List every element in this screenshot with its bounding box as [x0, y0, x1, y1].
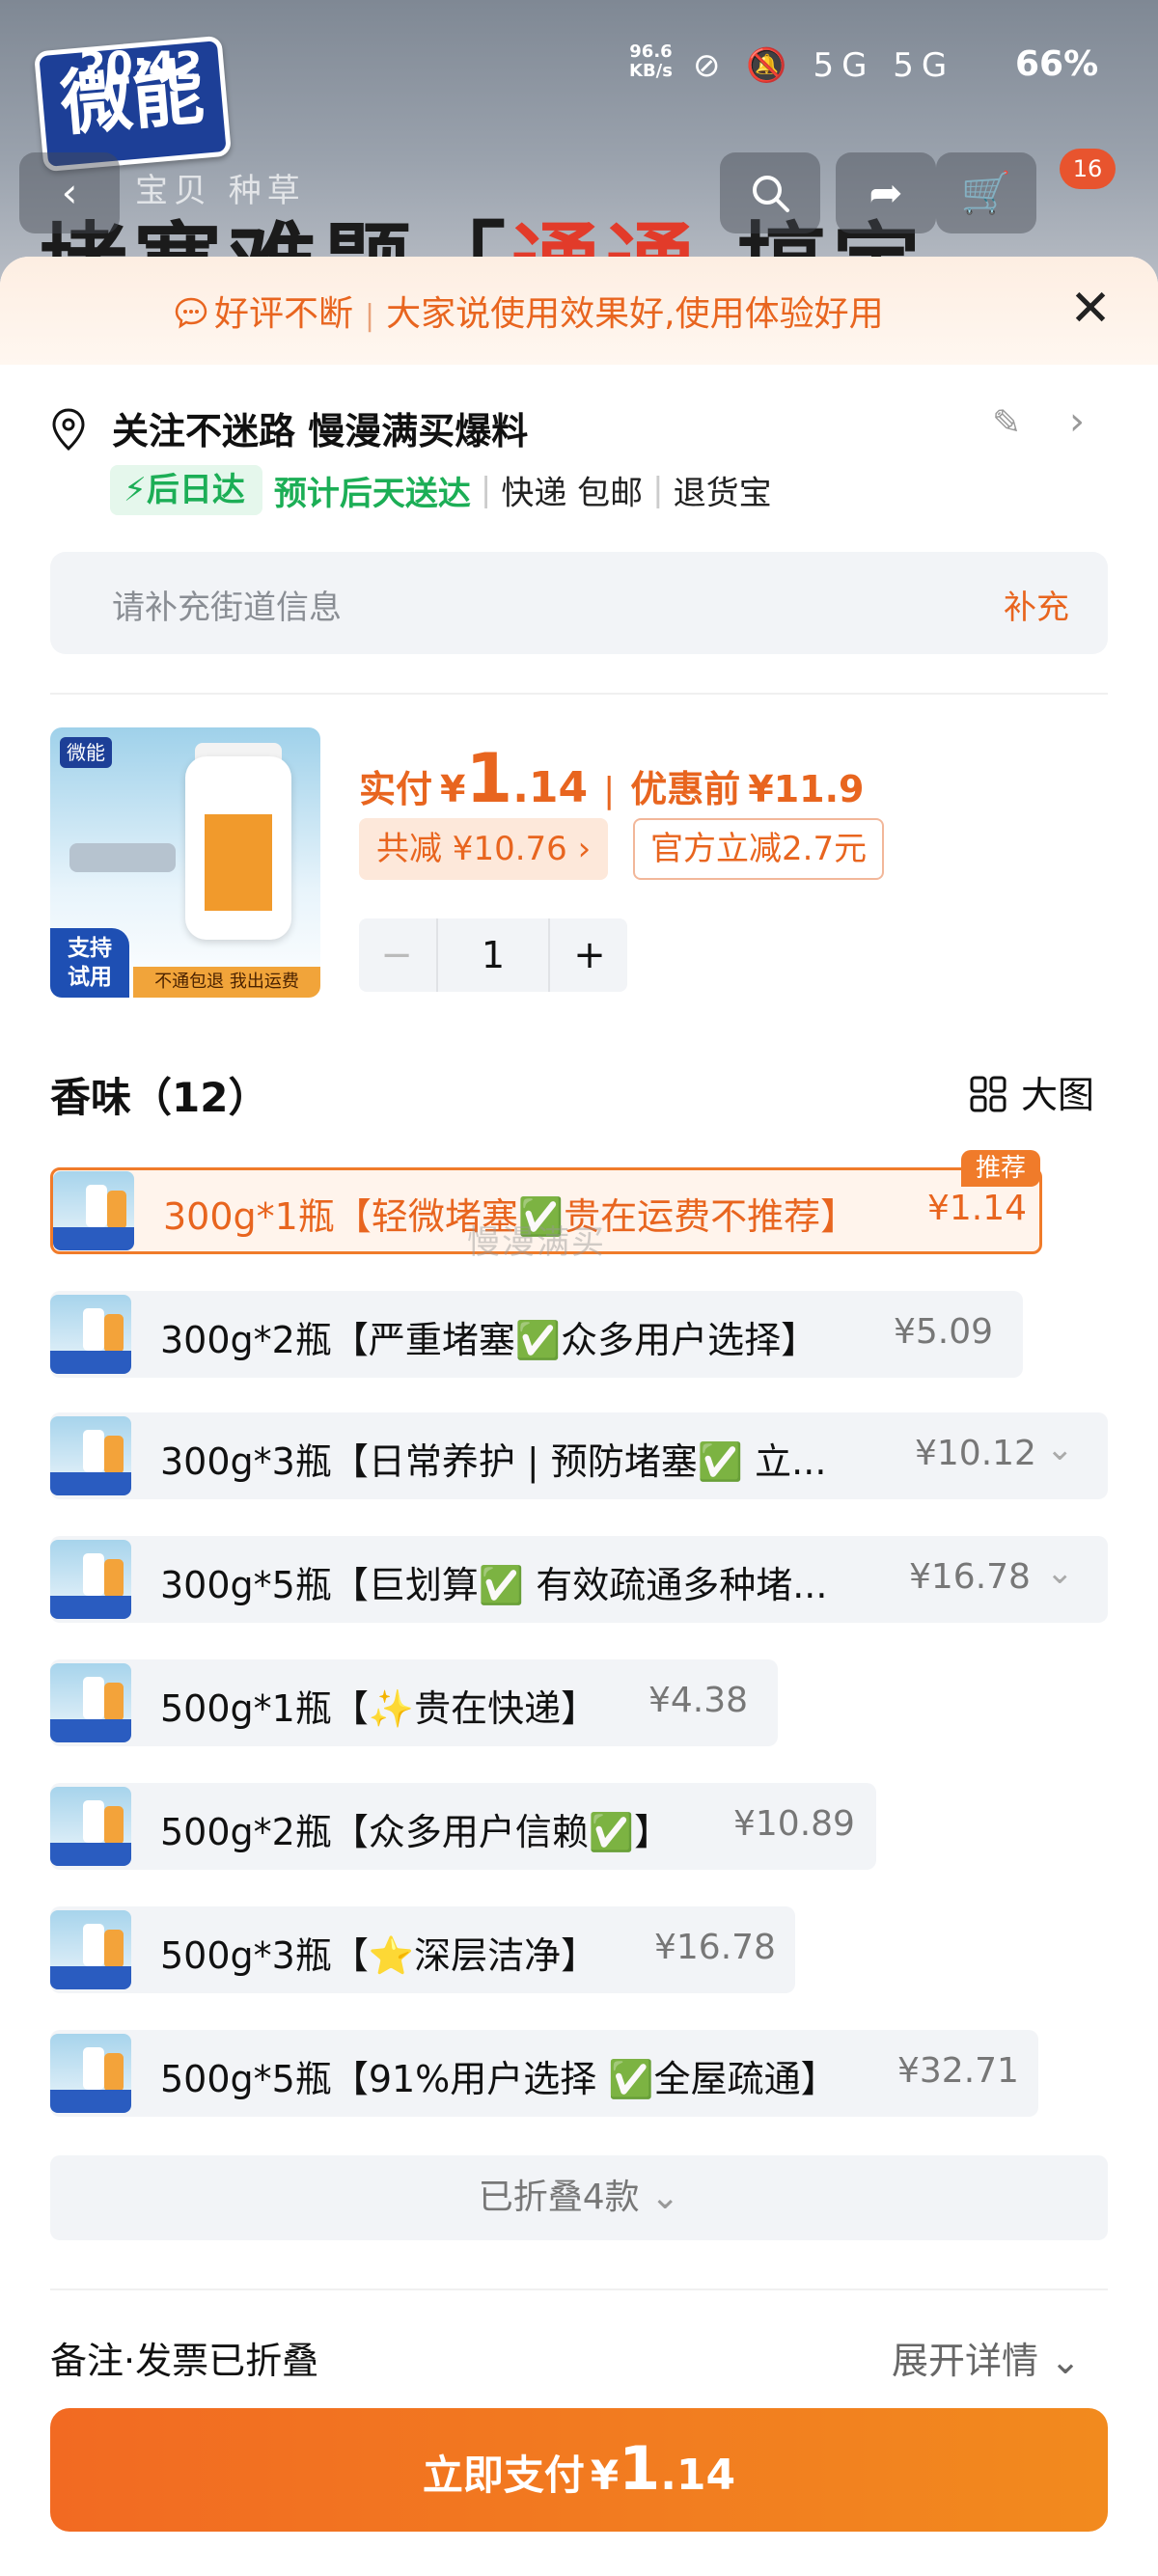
location-pin-icon	[52, 408, 85, 452]
status-icons: ⊘ 🔕 5G 5G	[693, 46, 955, 85]
grid-icon	[970, 1076, 1006, 1112]
product-logo: 微能	[60, 737, 112, 768]
recommend-tag: 推荐	[961, 1150, 1040, 1187]
variant-option[interactable]: 500g*5瓶【91%用户选择 ✅全屋疏通】 ¥32.71	[50, 2030, 1038, 2117]
chevron-down-icon[interactable]: ⌄	[1046, 1430, 1074, 1468]
chevron-right-icon: ›	[1069, 399, 1085, 444]
variant-price: ¥16.78	[654, 1928, 776, 1967]
network-speed: 96.6 KB/s	[629, 41, 673, 81]
status-bar: 20:42 96.6 KB/s ⊘ 🔕 5G 5G 66%	[0, 39, 1158, 96]
price-line: 实付 ¥1.14 | 优惠前 ¥11.9	[359, 739, 865, 818]
variant-price: ¥5.09	[894, 1312, 994, 1352]
variant-option[interactable]: 500g*3瓶【⭐深层洁净】 ¥16.78	[50, 1906, 795, 1993]
decrease-button[interactable]: −	[359, 918, 434, 992]
battery-level: 66%	[1015, 44, 1099, 84]
divider	[50, 693, 1108, 695]
variant-price: ¥4.38	[648, 1681, 749, 1720]
variant-option[interactable]: 300g*3瓶【日常养护 | 预防堵塞✅ 立... ¥10.12 ⌄	[50, 1412, 1108, 1499]
delivery-badge: ⚡后日达	[110, 465, 262, 515]
search-icon	[753, 176, 789, 212]
expand-details-button[interactable]: 展开详情 ⌄	[892, 2331, 1081, 2384]
variant-label: 500g*5瓶【91%用户选择 ✅全屋疏通】	[160, 2058, 838, 2100]
pay-amount-integer: 1	[619, 2433, 661, 2504]
guarantee-strip: 不通包退 我出运费	[133, 967, 320, 998]
edit-address-button[interactable]: ✎	[992, 403, 1021, 443]
variant-option[interactable]: 500g*2瓶【众多用户信赖✅】 ¥10.89	[50, 1783, 876, 1870]
supplement-button[interactable]: 补充	[1004, 581, 1069, 628]
share-icon: ➦	[868, 169, 903, 216]
variant-label: 300g*3瓶【日常养护 | 预防堵塞✅ 立...	[160, 1440, 827, 1483]
variant-thumbnail	[50, 1787, 131, 1866]
purchase-sheet: 好评不断 | 大家说使用效果好,使用体验好用 ✕ 关注不迷路 慢漫满买爆料 ✎ › …	[0, 257, 1158, 2576]
address-chevron[interactable]: ›	[1069, 399, 1085, 444]
variant-price: ¥32.71	[897, 2051, 1019, 2091]
pay-now-button[interactable]: 立即支付 ¥1.14	[50, 2408, 1108, 2532]
cart-button[interactable]: 🛒	[936, 152, 1036, 233]
variant-option[interactable]: 500g*1瓶【✨贵在快递】 ¥4.38	[50, 1659, 778, 1746]
chevron-down-icon[interactable]: ⌄	[1046, 1553, 1074, 1592]
price-label: 实付	[359, 768, 433, 810]
variant-price: ¥10.12	[915, 1434, 1036, 1473]
pay-amount-decimal: .14	[660, 2451, 736, 2500]
pencil-icon: ✎	[992, 403, 1022, 443]
product-image[interactable]: 微能 支持 试用 不通包退 我出运费	[50, 727, 320, 998]
variant-price: ¥1.14	[927, 1189, 1028, 1228]
chat-bubble-icon	[175, 297, 207, 329]
cart-icon: 🛒	[960, 169, 1012, 216]
variant-label: 300g*5瓶【巨划算✅ 有效疏通多种堵...	[160, 1564, 828, 1606]
back-button[interactable]: ‹	[19, 152, 120, 233]
notes-invoice-label: 备注·发票已折叠	[50, 2340, 319, 2382]
variant-label: 500g*2瓶【众多用户信赖✅】	[160, 1811, 672, 1853]
variant-label: 500g*3瓶【⭐深层洁净】	[160, 1934, 598, 1977]
official-discount-chip: 官方立减2.7元	[633, 818, 885, 880]
increase-button[interactable]: +	[552, 918, 627, 992]
search-button[interactable]	[720, 152, 820, 233]
variant-label: 300g*2瓶【严重堵塞✅众多用户选择】	[160, 1319, 818, 1361]
variant-thumbnail	[50, 1910, 131, 1989]
shipping-method: 快递 包邮	[501, 474, 644, 513]
expand-folded-button[interactable]: 已折叠4款 ⌄	[50, 2155, 1108, 2240]
original-price-label: 优惠前	[630, 768, 741, 810]
variant-thumbnail	[53, 1171, 134, 1250]
close-icon: ✕	[1069, 280, 1112, 338]
chevron-down-icon: ⌄	[1050, 2340, 1081, 2382]
watermark-text: 慢漫满买	[467, 1223, 606, 1262]
divider	[50, 2288, 1108, 2290]
variant-thumbnail	[50, 1663, 131, 1742]
variant-thumbnail	[50, 1416, 131, 1495]
original-price: ¥11.9	[748, 768, 865, 810]
chevron-down-icon: ⌄	[650, 2178, 680, 2217]
variant-thumbnail	[50, 1540, 131, 1619]
quantity-stepper: − 1 +	[359, 918, 627, 992]
trial-badge: 支持 试用	[50, 928, 129, 998]
lightning-icon: ⚡	[124, 471, 147, 509]
variant-option[interactable]: 300g*2瓶【严重堵塞✅众多用户选择】 ¥5.09	[50, 1291, 1023, 1378]
review-banner: 好评不断 | 大家说使用效果好,使用体验好用 ✕	[0, 257, 1158, 365]
banner-left-text: 好评不断	[214, 294, 354, 334]
quantity-value[interactable]: 1	[436, 918, 550, 992]
share-button[interactable]: ➦	[836, 152, 936, 233]
delivery-eta: 预计后天送达	[273, 474, 471, 513]
address-name[interactable]: 关注不迷路 慢漫满买爆料	[112, 401, 528, 454]
price-decimal: .14	[512, 763, 589, 812]
status-time: 20:42	[79, 44, 203, 89]
variant-price: ¥16.78	[909, 1557, 1031, 1597]
cart-count-badge: 16	[1060, 149, 1116, 189]
variant-option[interactable]: 300g*5瓶【巨划算✅ 有效疏通多种堵... ¥16.78 ⌄	[50, 1536, 1108, 1623]
variant-thumbnail	[50, 2034, 131, 2113]
variant-section-title: 香味（12）	[50, 1074, 269, 1121]
total-discount-chip[interactable]: 共减 ¥10.76 ›	[359, 818, 609, 880]
street-placeholder: 请补充街道信息	[112, 589, 342, 627]
return-service: 退货宝	[673, 474, 772, 513]
close-button[interactable]: ✕	[1062, 280, 1119, 338]
price-integer: 1	[465, 739, 513, 818]
street-info-field[interactable]: 请补充街道信息 补充	[50, 552, 1108, 654]
variant-thumbnail	[50, 1295, 131, 1374]
variant-label: 500g*1瓶【✨贵在快递】	[160, 1687, 598, 1730]
banner-right-text: 大家说使用效果好,使用体验好用	[386, 294, 884, 334]
delivery-info: ⚡后日达 预计后天送达 | 快递 包邮 | 退货宝	[110, 465, 772, 517]
variant-price: ¥10.89	[733, 1804, 855, 1844]
big-image-toggle[interactable]: 大图	[969, 1065, 1094, 1118]
